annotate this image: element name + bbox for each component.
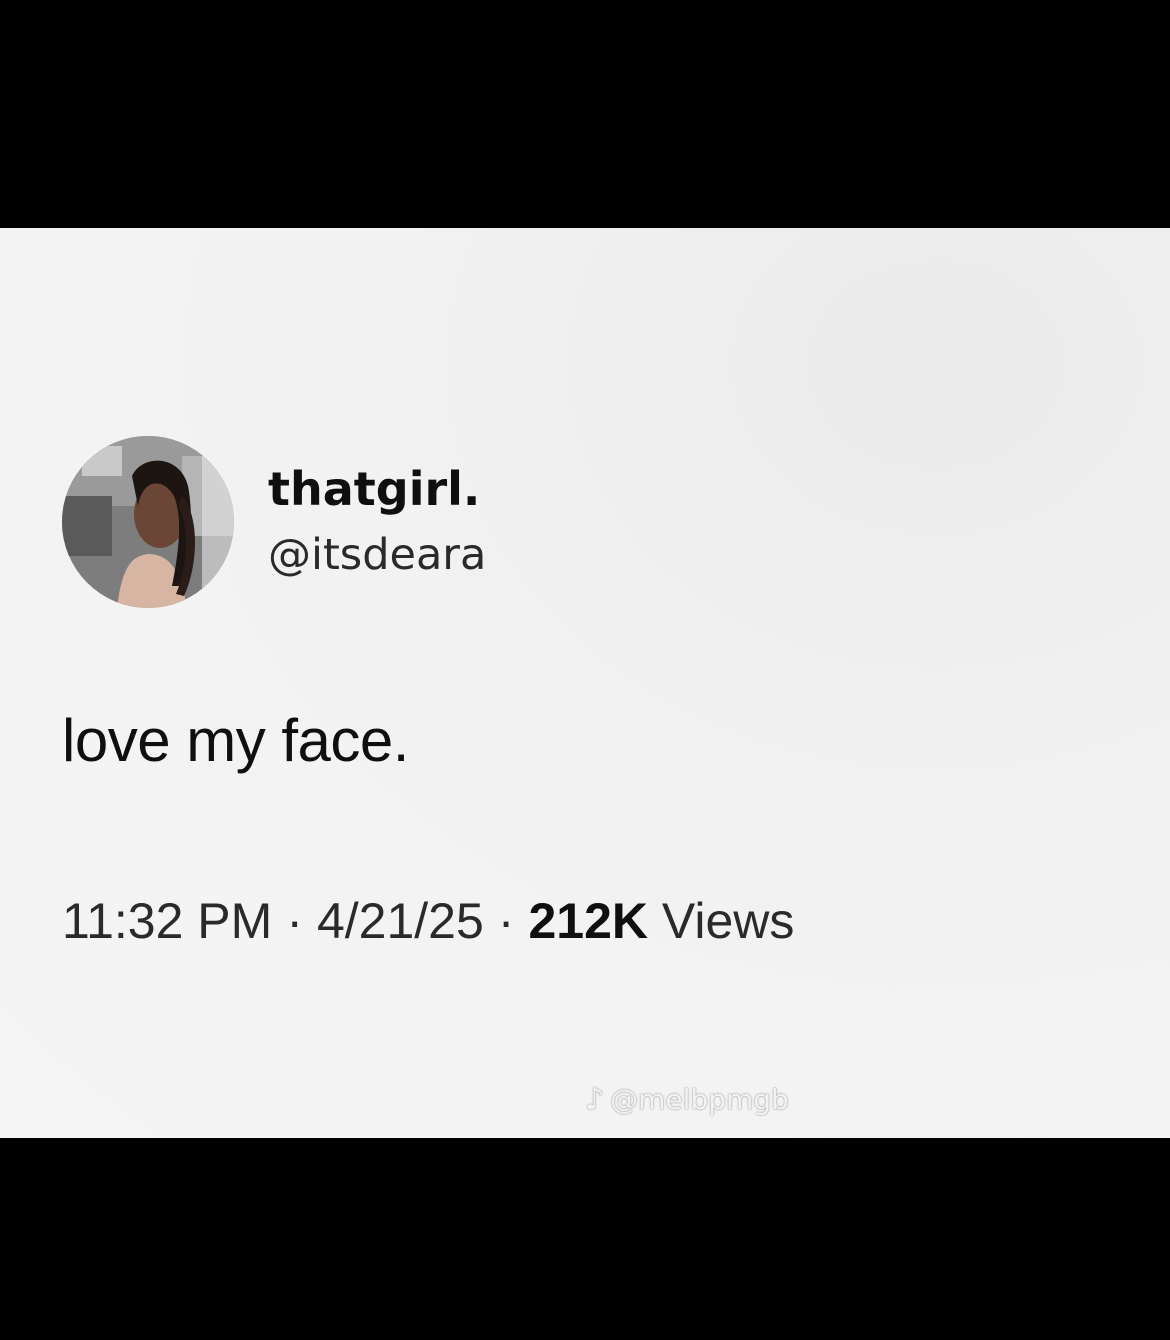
avatar-photo — [62, 436, 234, 608]
views-count[interactable]: 212K — [528, 893, 648, 949]
tweet-date[interactable]: 4/21/25 — [317, 893, 484, 949]
avatar[interactable] — [62, 436, 234, 608]
author-names: thatgirl. @itsdeara — [268, 459, 486, 585]
username-handle[interactable]: @itsdeara — [268, 525, 486, 585]
tweet-card: thatgirl. @itsdeara love my face. 11:32 … — [0, 228, 1170, 1138]
tweet-text: love my face. — [62, 707, 409, 774]
tweet-metadata: 11:32 PM · 4/21/25 · 212K Views — [62, 892, 794, 950]
views-label: Views — [661, 893, 795, 949]
tiktok-icon: ♪ — [585, 1082, 605, 1117]
display-name[interactable]: thatgirl. — [268, 459, 486, 519]
video-frame: thatgirl. @itsdeara love my face. 11:32 … — [0, 0, 1170, 1340]
tiktok-watermark: ♪ @melbpmgb — [585, 1082, 789, 1117]
tweet-time[interactable]: 11:32 PM — [62, 893, 272, 949]
meta-separator: · — [286, 893, 303, 949]
watermark-username: @melbpmgb — [610, 1083, 789, 1116]
meta-separator: · — [497, 893, 515, 949]
tweet-header: thatgirl. @itsdeara — [62, 436, 486, 608]
